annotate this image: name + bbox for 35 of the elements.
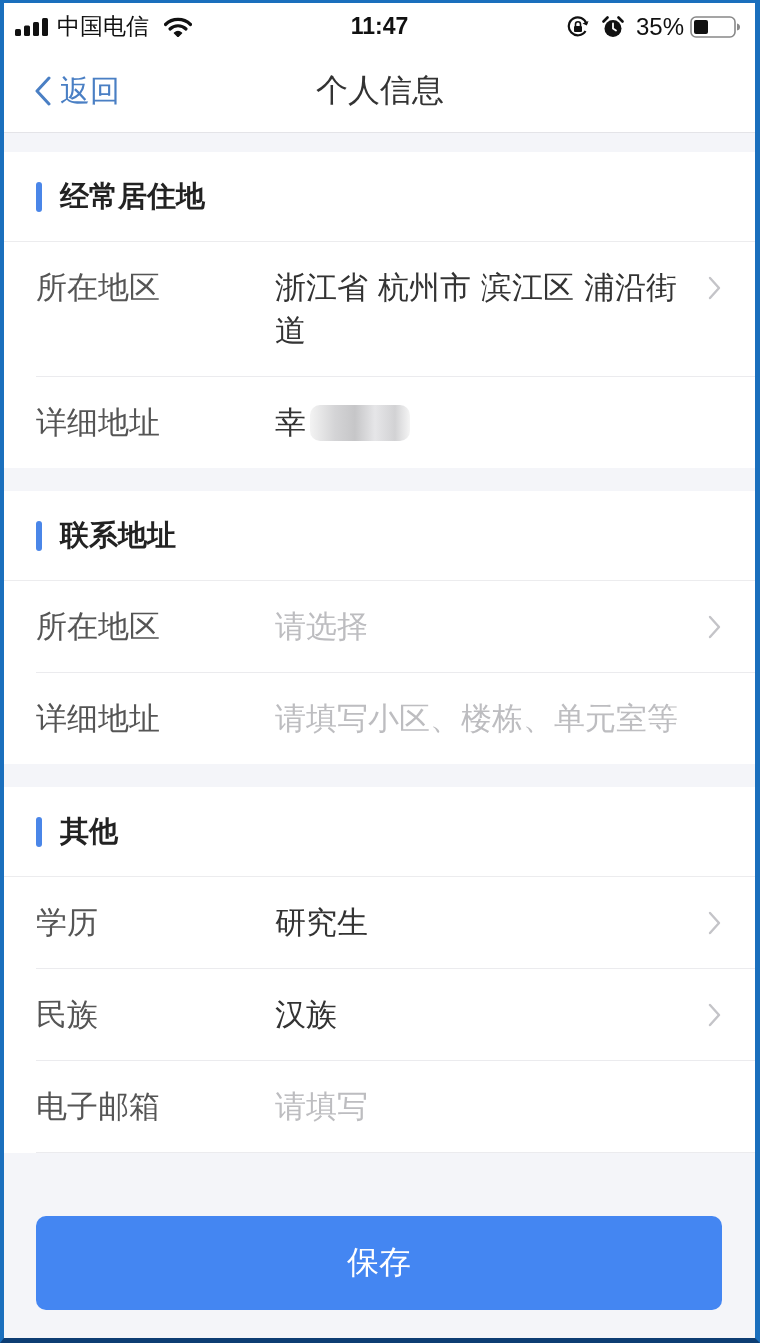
section-title: 其他 [60,812,118,850]
field-label: 电子邮箱 [36,1087,161,1126]
chevron-right-icon [708,275,721,300]
battery-icon [690,15,740,38]
field-label: 详细地址 [36,699,161,738]
signal-icon [15,17,48,36]
picker-value[interactable]: 浙江省 杭州市 滨江区 浦沿街道 [275,266,696,352]
field-label: 学历 [36,903,99,942]
picker-value[interactable]: 研究生 [275,901,368,944]
alarm-clock-icon [601,15,624,38]
picker-value[interactable]: 汉族 [275,993,337,1036]
section-marker-icon [36,520,42,551]
text-input[interactable]: 请填写小区、楼栋、单元室等 [275,697,721,740]
field-label: 民族 [36,995,99,1034]
chevron-right-icon [708,614,721,639]
page-title: 个人信息 [315,70,444,111]
save-button[interactable]: 保存 [36,1216,722,1310]
section-title: 经常居住地 [60,177,205,215]
field-label: 所在地区 [36,607,161,646]
battery-percent: 35% [635,12,684,41]
back-button[interactable]: 返回 [35,70,120,112]
text-input[interactable]: 请填写 [275,1085,721,1128]
chevron-right-icon [708,1002,721,1027]
wifi-icon [164,16,192,37]
rotation-lock-icon [566,15,589,38]
section-marker-icon [36,816,42,847]
field-label: 所在地区 [36,268,161,307]
section-marker-icon [36,181,42,212]
back-chevron-icon [35,76,51,106]
address-input[interactable]: 幸 [275,401,310,444]
section-title: 联系地址 [60,516,176,554]
chevron-right-icon [708,910,721,935]
carrier-name: 中国电信 [57,12,149,41]
status-time: 11:47 [350,13,409,40]
field-label: 详细地址 [36,403,161,442]
